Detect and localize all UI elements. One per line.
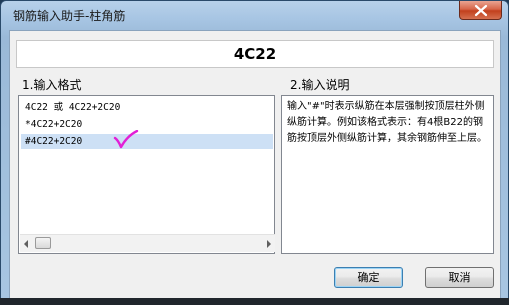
list-item[interactable]: *4C22+2C20 [21, 117, 273, 132]
close-button[interactable] [459, 1, 502, 20]
cancel-button[interactable]: 取消 [425, 267, 494, 288]
window-title: 钢筋输入助手-柱角筋 [13, 9, 126, 23]
format-list[interactable]: 4C22 或 4C22+2C20 *4C22+2C20 #4C22+2C20 [18, 95, 275, 254]
annotation-checkmark-icon [113, 130, 139, 149]
scroll-right-icon[interactable] [267, 240, 271, 248]
title-bar[interactable]: 钢筋输入助手-柱角筋 [1, 1, 508, 29]
format-section-label: 1.输入格式 [22, 78, 82, 92]
description-panel: 输入"#"时表示纵筋在本层强制按顶层柱外侧纵筋计算。例如该格式表示：有4根B22… [281, 95, 494, 254]
scroll-thumb[interactable] [35, 237, 51, 249]
dialog-body: 4C22 1.输入格式 2.输入说明 4C22 或 4C22+2C20 *4C2… [9, 30, 501, 299]
dialog-window: 钢筋输入助手-柱角筋 4C22 1.输入格式 2.输入说明 4C22 或 4C2… [0, 0, 509, 305]
close-icon [474, 4, 488, 17]
list-item-selected[interactable]: #4C22+2C20 [21, 134, 273, 149]
horizontal-scrollbar[interactable] [20, 234, 275, 252]
description-section-label: 2.输入说明 [290, 78, 350, 92]
description-text: 输入"#"时表示纵筋在本层强制按顶层柱外侧纵筋计算。例如该格式表示：有4根B22… [287, 101, 487, 144]
scroll-left-icon[interactable] [24, 240, 28, 248]
confirm-button[interactable]: 确定 [334, 267, 403, 288]
list-item[interactable]: 4C22 或 4C22+2C20 [21, 100, 273, 115]
desktop-background [0, 298, 509, 305]
current-input-display: 4C22 [16, 40, 494, 68]
